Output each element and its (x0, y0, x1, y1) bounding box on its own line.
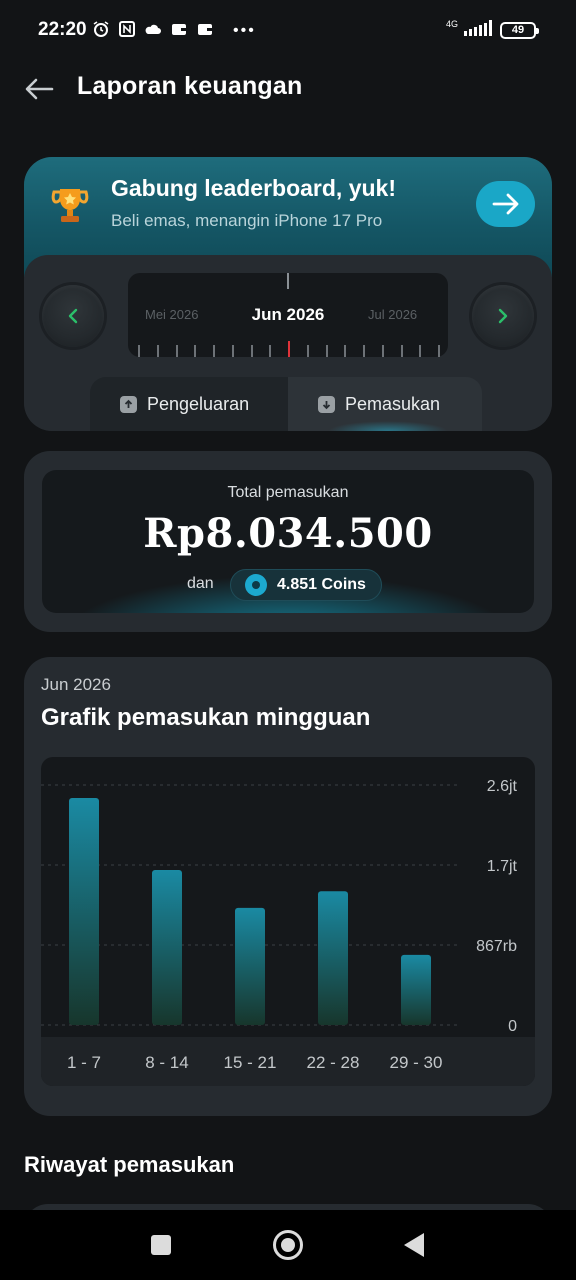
network-type: 4G (445, 19, 458, 29)
ruler-tick (194, 345, 196, 357)
status-bar: 22:20 ••• 4G 49 (0, 0, 576, 56)
x-tick-label: 29 - 30 (390, 1053, 443, 1072)
ruler-tick (176, 345, 178, 357)
chart-bar[interactable] (401, 954, 431, 1025)
home-button[interactable] (273, 1230, 303, 1260)
ruler-tick (326, 345, 328, 357)
ruler-center-marker (287, 273, 289, 289)
tab-pemasukan[interactable]: Pemasukan (288, 377, 482, 431)
recent-apps-button[interactable] (151, 1235, 171, 1255)
total-panel: Total pemasukan Rp8.034.500 dan 4.851 Co… (42, 470, 534, 613)
back-button[interactable] (24, 74, 58, 104)
chart-bar[interactable] (152, 869, 182, 1025)
chart-bar[interactable] (318, 891, 348, 1025)
chart-bar[interactable] (235, 907, 265, 1025)
next-month-label: Jul 2026 (368, 307, 418, 322)
ruler-tick (419, 345, 421, 357)
nfc-icon (118, 20, 136, 38)
total-label: Total pemasukan (227, 484, 349, 501)
arrow-right-icon (492, 193, 518, 215)
total-card: Total pemasukan Rp8.034.500 dan 4.851 Co… (24, 451, 552, 632)
signal-icon (464, 20, 494, 40)
weekly-income-chart: 0 867rb 1.7jt 2.6jt 1 - 7 8 - 14 15 - 21 22 - 2… (41, 757, 535, 1086)
arrow-down-icon (318, 395, 335, 413)
more-notifications-icon: ••• (233, 22, 256, 39)
ruler-tick (307, 345, 309, 357)
trophy-icon (48, 183, 92, 227)
prev-month-button[interactable] (42, 285, 104, 347)
cloud-icon (144, 20, 162, 38)
status-time: 22:20 (38, 19, 87, 40)
tab-pemasukan-label: Pemasukan (345, 393, 441, 414)
ruler-tick (438, 345, 440, 357)
coins-value: 4.851 Coins (277, 576, 366, 593)
chart-bar[interactable] (69, 798, 99, 1025)
leaderboard-title: Gabung leaderboard, yuk! (111, 175, 396, 201)
tab-pengeluaran[interactable]: Pengeluaran (90, 377, 288, 431)
month-picker-panel: Mei 2026 Jun 2026 Jul 2026 Pengeluaran P… (24, 255, 552, 431)
x-tick-label: 22 - 28 (307, 1053, 360, 1072)
coin-icon (245, 574, 267, 596)
chart-svg: 0 867rb 1.7jt 2.6jt 1 - 7 8 - 14 15 - 21 22 - 2… (41, 778, 518, 1072)
ruler-tick (213, 345, 215, 357)
ruler-tick (251, 345, 253, 357)
ruler-tick (401, 345, 403, 357)
status-icons (92, 20, 214, 38)
chart-title: Grafik pemasukan mingguan (41, 704, 371, 731)
total-connector: dan (187, 575, 214, 592)
x-tick-label: 1 - 7 (67, 1053, 101, 1072)
chart-card: Jun 2026 Grafik pemasukan mingguan 0 867r… (24, 657, 552, 1116)
ruler-ticks (138, 341, 440, 357)
ruler-current-tick (288, 341, 290, 357)
total-amount: Rp8.034.500 (143, 510, 433, 557)
tab-pengeluaran-label: Pengeluaran (147, 393, 250, 414)
history-title: Riwayat pemasukan (24, 1152, 235, 1177)
x-tick-label: 15 - 21 (224, 1053, 277, 1072)
ruler-tick (138, 345, 140, 357)
leaderboard-subtitle: Beli emas, menangin iPhone 17 Pro (111, 211, 383, 230)
arrow-left-icon (25, 78, 54, 100)
coins-badge: 4.851 Coins (230, 569, 382, 601)
wallet-icon (170, 20, 188, 38)
page-title: Laporan keuangan (77, 72, 303, 100)
ruler-tick (269, 345, 271, 357)
ruler-tick (344, 345, 346, 357)
y-tick-label: 1.7jt (487, 858, 518, 875)
x-tick-label: 8 - 14 (145, 1053, 188, 1072)
ruler-tick (382, 345, 384, 357)
alarm-icon (92, 20, 110, 38)
y-tick-label: 0 (508, 1018, 517, 1035)
battery-level: 49 (511, 24, 525, 36)
wallet-icon-2 (196, 20, 214, 38)
chart-month: Jun 2026 (41, 675, 111, 694)
arrow-up-icon (120, 395, 137, 413)
ruler-tick (232, 345, 234, 357)
ruler-tick (157, 345, 159, 357)
next-month-button[interactable] (472, 285, 534, 347)
leaderboard-go-button[interactable] (476, 181, 535, 227)
type-tabs: Pengeluaran Pemasukan (90, 377, 482, 431)
status-right: 4G 49 (445, 19, 539, 40)
leaderboard-card: Gabung leaderboard, yuk! Beli emas, mena… (24, 157, 552, 431)
y-tick-label: 867rb (476, 938, 517, 955)
chevron-left-icon (68, 308, 78, 324)
app-header: Laporan keuangan (0, 58, 576, 120)
system-nav-bar (0, 1210, 576, 1280)
chevron-right-icon (498, 308, 508, 324)
battery-icon: 49 (500, 21, 539, 39)
month-ruler[interactable]: Mei 2026 Jun 2026 Jul 2026 (128, 273, 448, 357)
system-back-button[interactable] (404, 1233, 424, 1257)
ruler-tick (363, 345, 365, 357)
y-tick-label: 2.6jt (487, 778, 518, 795)
